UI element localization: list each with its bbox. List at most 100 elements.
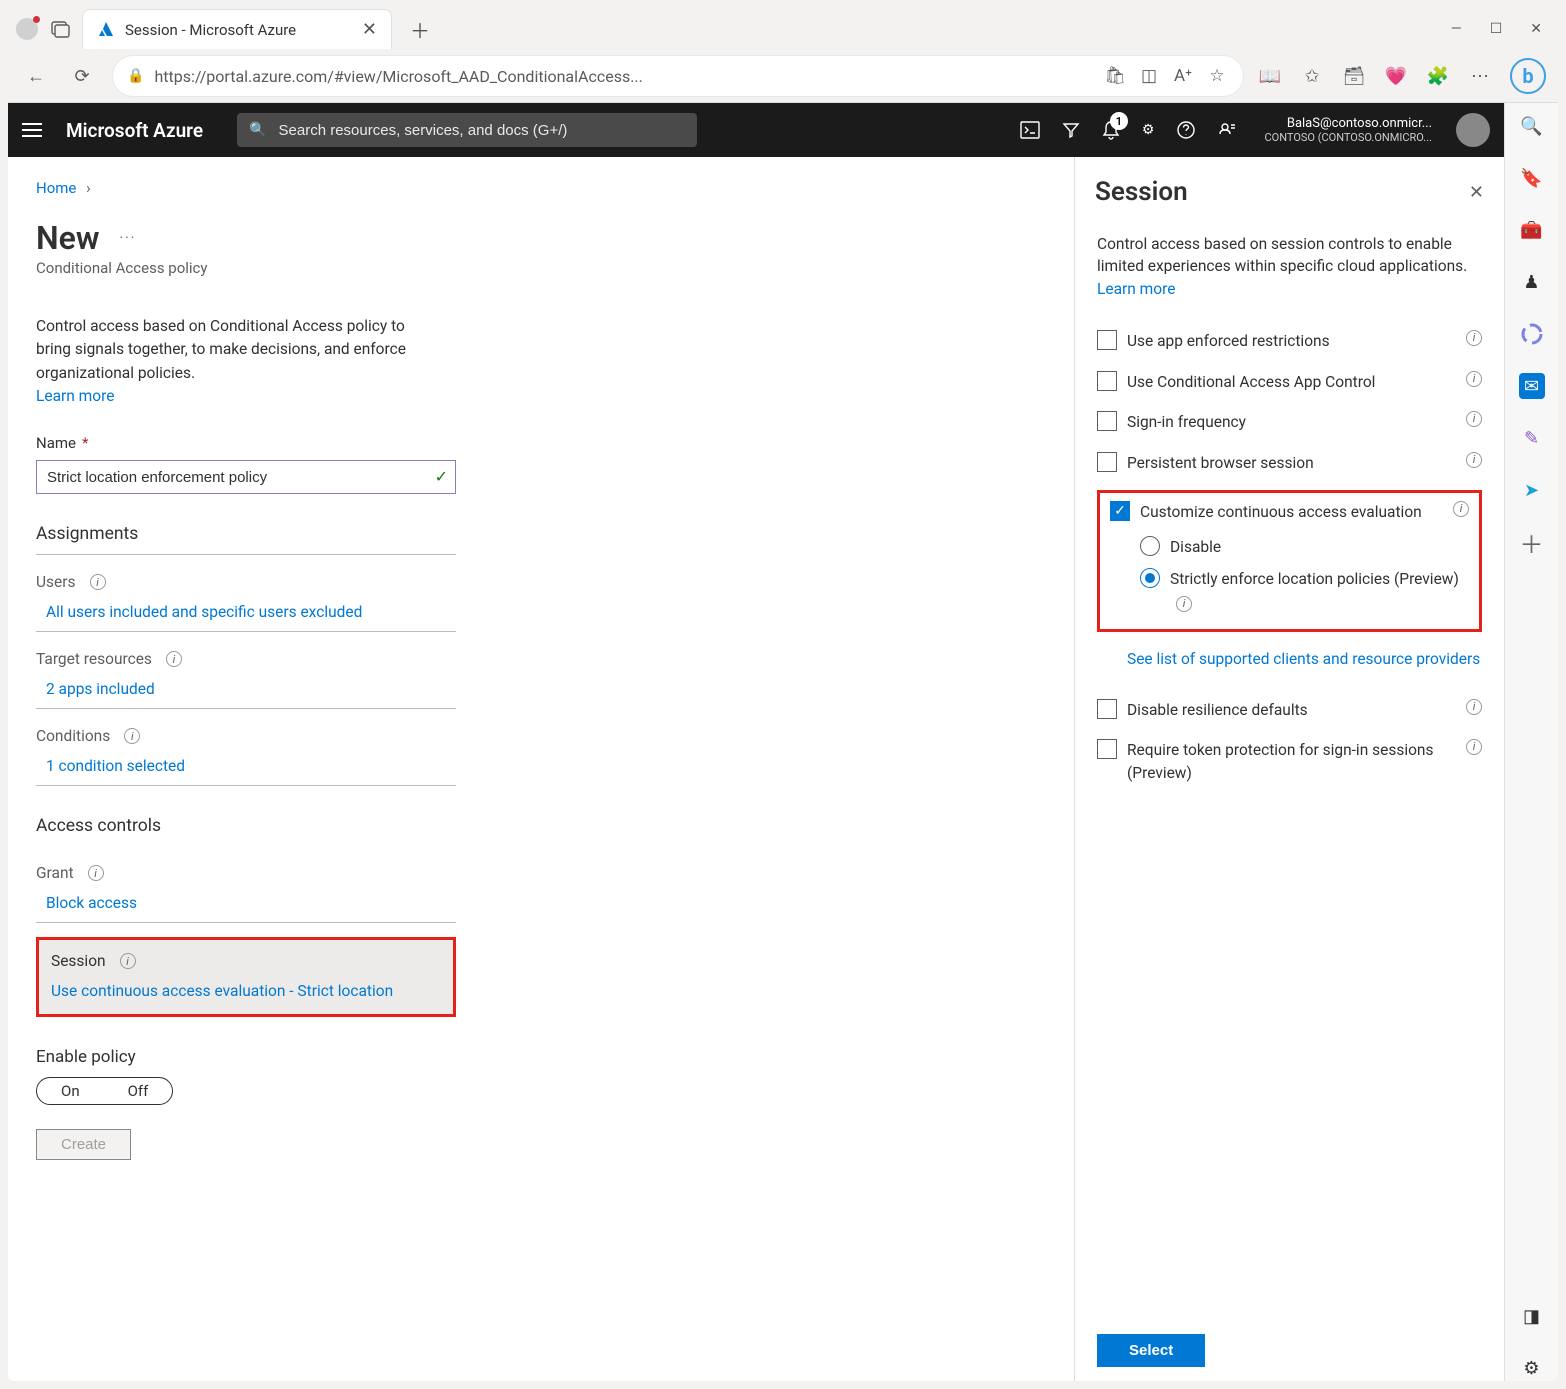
feedback-icon[interactable] [1218, 120, 1238, 140]
info-icon[interactable]: i [90, 574, 106, 590]
breadcrumb: Home › [36, 179, 1046, 197]
checkbox-cae[interactable]: ✓ [1110, 501, 1130, 521]
checkbox-app-enforced[interactable] [1097, 330, 1117, 350]
label-cae: Customize continuous access evaluation [1140, 501, 1437, 523]
target-value[interactable]: 2 apps included [36, 680, 456, 698]
collections-icon[interactable]: 🗃 [1342, 64, 1366, 88]
panel-title: Session [1095, 177, 1469, 207]
menu-icon[interactable] [22, 122, 42, 138]
checkbox-signin-freq[interactable] [1097, 411, 1117, 431]
help-icon[interactable] [1176, 120, 1196, 140]
toggle-on[interactable]: On [37, 1078, 104, 1104]
sidebar-tools-icon[interactable]: 🧰 [1519, 217, 1545, 243]
info-icon[interactable]: i [88, 865, 104, 881]
label-token-protection: Require token protection for sign-in ses… [1127, 739, 1450, 784]
sidebar-m365-icon[interactable] [1519, 321, 1545, 347]
close-window-button[interactable]: ✕ [1530, 21, 1542, 37]
sidebar-search-icon[interactable]: 🔍 [1519, 113, 1545, 139]
radio-strict[interactable] [1140, 568, 1160, 588]
search-icon: 🔍 [249, 122, 266, 138]
conditions-label: Conditionsi [36, 727, 456, 745]
panel-learn-more-link[interactable]: Learn more [1097, 280, 1175, 298]
more-actions-icon[interactable]: ··· [119, 230, 136, 246]
info-icon[interactable]: i [166, 651, 182, 667]
label-disable-resilience: Disable resilience defaults [1127, 699, 1450, 721]
account-block[interactable]: BalaS@contoso.onmicr... CONTOSO (CONTOSO… [1264, 116, 1432, 145]
close-panel-icon[interactable]: ✕ [1469, 182, 1484, 203]
sidebar-settings-icon[interactable]: ⚙ [1519, 1355, 1545, 1381]
radio-disable[interactable] [1140, 536, 1160, 556]
sidebar-drop-icon[interactable]: ✎ [1519, 425, 1545, 451]
shopping-icon[interactable]: 🛍 [1103, 64, 1127, 88]
search-input[interactable] [277, 121, 686, 140]
settings-icon[interactable]: ⚙ [1142, 122, 1155, 138]
sidebar-shopping-icon[interactable]: 🔖 [1519, 165, 1545, 191]
breadcrumb-home[interactable]: Home [36, 179, 76, 197]
avatar[interactable] [1456, 113, 1490, 147]
conditions-value[interactable]: 1 condition selected [36, 757, 456, 775]
checkbox-persistent[interactable] [1097, 452, 1117, 472]
cloud-shell-icon[interactable] [1020, 121, 1040, 139]
browser-tab-active[interactable]: Session - Microsoft Azure ✕ [82, 9, 392, 49]
users-value[interactable]: All users included and specific users ex… [36, 603, 456, 621]
radio-strict-row[interactable]: Strictly enforce location policies (Prev… [1140, 568, 1469, 613]
more-icon[interactable]: ⋯ [1468, 64, 1492, 88]
info-icon[interactable]: i [1453, 501, 1469, 517]
new-tab-button[interactable]: ＋ [400, 15, 440, 44]
address-bar[interactable]: 🔒 https://portal.azure.com/#view/Microso… [112, 55, 1244, 97]
info-icon[interactable]: i [120, 953, 136, 969]
notifications-icon[interactable]: 1 [1102, 120, 1120, 140]
create-button[interactable]: Create [36, 1129, 131, 1160]
read-aloud-icon[interactable]: A⁺ [1171, 64, 1195, 88]
learn-more-link[interactable]: Learn more [36, 387, 114, 405]
checkbox-token-protection[interactable] [1097, 739, 1117, 759]
radio-disable-row[interactable]: Disable [1140, 536, 1469, 558]
info-icon[interactable]: i [1466, 699, 1482, 715]
name-label: Name* [36, 434, 1046, 452]
performance-icon[interactable]: 💗 [1384, 64, 1408, 88]
policy-name-input[interactable] [36, 460, 456, 494]
sidebar-add-icon[interactable]: ＋ [1519, 529, 1545, 555]
checkbox-ca-app-control[interactable] [1097, 371, 1117, 391]
maximize-button[interactable]: ☐ [1490, 21, 1503, 37]
toggle-off[interactable]: Off [104, 1078, 173, 1104]
global-search[interactable]: 🔍 [237, 113, 697, 147]
grant-value[interactable]: Block access [36, 894, 456, 912]
users-label: Usersi [36, 573, 456, 591]
radio-disable-label: Disable [1170, 536, 1221, 558]
workspaces-icon[interactable] [48, 17, 72, 41]
profile-indicator[interactable] [16, 18, 38, 40]
page-subtitle: Conditional Access policy [36, 259, 1046, 277]
info-icon[interactable]: i [1466, 371, 1482, 387]
enable-toggle[interactable]: On Off [36, 1077, 173, 1105]
book-icon[interactable]: 📖 [1258, 64, 1282, 88]
minimize-button[interactable]: — [1451, 21, 1462, 37]
session-value[interactable]: Use continuous access evaluation - Stric… [51, 982, 441, 1000]
sidebar-games-icon[interactable]: ♟ [1519, 269, 1545, 295]
info-icon[interactable]: i [1466, 411, 1482, 427]
info-icon[interactable]: i [1466, 452, 1482, 468]
favorite-icon[interactable]: ☆ [1205, 64, 1229, 88]
sidebar-send-icon[interactable]: ➤ [1519, 477, 1545, 503]
bing-icon[interactable]: b [1510, 58, 1546, 94]
grant-label: Granti [36, 864, 456, 882]
info-icon[interactable]: i [124, 728, 140, 744]
panel-intro: Control access based on session controls… [1097, 233, 1482, 300]
close-tab-icon[interactable]: ✕ [362, 19, 377, 40]
back-button[interactable]: ← [20, 60, 52, 92]
checkbox-disable-resilience[interactable] [1097, 699, 1117, 719]
url-text: https://portal.azure.com/#view/Microsoft… [154, 67, 1093, 86]
split-screen-icon[interactable]: ◫ [1137, 64, 1161, 88]
refresh-button[interactable]: ⟳ [66, 60, 98, 92]
info-icon[interactable]: i [1466, 330, 1482, 346]
info-icon[interactable]: i [1466, 739, 1482, 755]
supported-clients-link[interactable]: See list of supported clients and resour… [1127, 648, 1482, 670]
extensions-icon[interactable]: 🧩 [1426, 64, 1450, 88]
session-row[interactable]: Sessioni Use continuous access evaluatio… [36, 937, 456, 1017]
info-icon[interactable]: i [1176, 596, 1192, 612]
sidebar-collapse-icon[interactable]: ◨ [1519, 1303, 1545, 1329]
sidebar-outlook-icon[interactable]: ✉ [1519, 373, 1545, 399]
select-button[interactable]: Select [1097, 1334, 1205, 1367]
favorites-star-icon[interactable]: ✩ [1300, 64, 1324, 88]
filter-icon[interactable] [1062, 121, 1080, 139]
